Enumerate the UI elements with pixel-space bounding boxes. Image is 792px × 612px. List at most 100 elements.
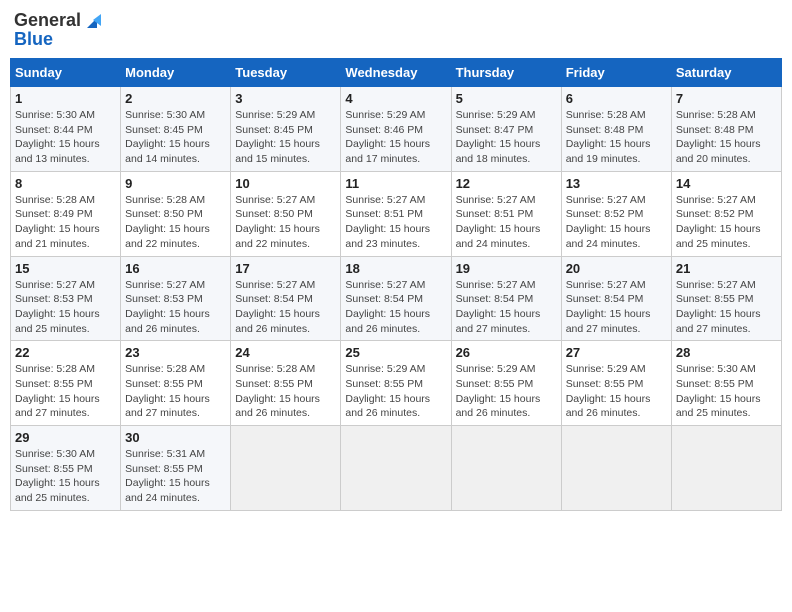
calendar-cell: 11 Sunrise: 5:27 AM Sunset: 8:51 PM Dayl… [341,171,451,256]
calendar-cell: 9 Sunrise: 5:28 AM Sunset: 8:50 PM Dayli… [121,171,231,256]
calendar-cell: 30 Sunrise: 5:31 AM Sunset: 8:55 PM Dayl… [121,426,231,511]
calendar-cell: 23 Sunrise: 5:28 AM Sunset: 8:55 PM Dayl… [121,341,231,426]
day-info: Sunrise: 5:28 AM Sunset: 8:48 PM Dayligh… [676,108,777,167]
calendar-cell: 16 Sunrise: 5:27 AM Sunset: 8:53 PM Dayl… [121,256,231,341]
calendar-cell: 22 Sunrise: 5:28 AM Sunset: 8:55 PM Dayl… [11,341,121,426]
day-info: Sunrise: 5:29 AM Sunset: 8:45 PM Dayligh… [235,108,336,167]
calendar-cell: 13 Sunrise: 5:27 AM Sunset: 8:52 PM Dayl… [561,171,671,256]
calendar-cell: 7 Sunrise: 5:28 AM Sunset: 8:48 PM Dayli… [671,87,781,172]
calendar-cell: 6 Sunrise: 5:28 AM Sunset: 8:48 PM Dayli… [561,87,671,172]
day-info: Sunrise: 5:29 AM Sunset: 8:46 PM Dayligh… [345,108,446,167]
calendar-cell [231,426,341,511]
header-wednesday: Wednesday [341,59,451,87]
day-number: 23 [125,345,226,360]
header-sunday: Sunday [11,59,121,87]
day-number: 11 [345,176,446,191]
day-info: Sunrise: 5:28 AM Sunset: 8:55 PM Dayligh… [15,362,116,421]
day-info: Sunrise: 5:27 AM Sunset: 8:51 PM Dayligh… [456,193,557,252]
calendar-cell: 27 Sunrise: 5:29 AM Sunset: 8:55 PM Dayl… [561,341,671,426]
day-info: Sunrise: 5:31 AM Sunset: 8:55 PM Dayligh… [125,447,226,506]
calendar-cell [341,426,451,511]
day-number: 12 [456,176,557,191]
calendar-week-row: 8 Sunrise: 5:28 AM Sunset: 8:49 PM Dayli… [11,171,782,256]
day-info: Sunrise: 5:27 AM Sunset: 8:54 PM Dayligh… [345,278,446,337]
page-header: General Blue [10,10,782,50]
day-info: Sunrise: 5:27 AM Sunset: 8:52 PM Dayligh… [676,193,777,252]
calendar-cell: 1 Sunrise: 5:30 AM Sunset: 8:44 PM Dayli… [11,87,121,172]
day-number: 27 [566,345,667,360]
day-info: Sunrise: 5:27 AM Sunset: 8:51 PM Dayligh… [345,193,446,252]
header-friday: Friday [561,59,671,87]
header-tuesday: Tuesday [231,59,341,87]
calendar-cell: 15 Sunrise: 5:27 AM Sunset: 8:53 PM Dayl… [11,256,121,341]
calendar-cell: 3 Sunrise: 5:29 AM Sunset: 8:45 PM Dayli… [231,87,341,172]
day-info: Sunrise: 5:30 AM Sunset: 8:55 PM Dayligh… [676,362,777,421]
calendar-week-row: 29 Sunrise: 5:30 AM Sunset: 8:55 PM Dayl… [11,426,782,511]
calendar-cell: 28 Sunrise: 5:30 AM Sunset: 8:55 PM Dayl… [671,341,781,426]
day-number: 10 [235,176,336,191]
day-number: 29 [15,430,116,445]
day-number: 13 [566,176,667,191]
day-info: Sunrise: 5:29 AM Sunset: 8:55 PM Dayligh… [566,362,667,421]
calendar-cell: 20 Sunrise: 5:27 AM Sunset: 8:54 PM Dayl… [561,256,671,341]
calendar-cell: 5 Sunrise: 5:29 AM Sunset: 8:47 PM Dayli… [451,87,561,172]
day-info: Sunrise: 5:28 AM Sunset: 8:48 PM Dayligh… [566,108,667,167]
header-saturday: Saturday [671,59,781,87]
calendar-cell [561,426,671,511]
calendar-cell: 24 Sunrise: 5:28 AM Sunset: 8:55 PM Dayl… [231,341,341,426]
calendar-cell: 12 Sunrise: 5:27 AM Sunset: 8:51 PM Dayl… [451,171,561,256]
day-info: Sunrise: 5:29 AM Sunset: 8:55 PM Dayligh… [345,362,446,421]
day-number: 8 [15,176,116,191]
calendar-cell: 26 Sunrise: 5:29 AM Sunset: 8:55 PM Dayl… [451,341,561,426]
day-number: 19 [456,261,557,276]
logo-icon [83,12,101,30]
day-number: 14 [676,176,777,191]
day-number: 3 [235,91,336,106]
day-info: Sunrise: 5:28 AM Sunset: 8:49 PM Dayligh… [15,193,116,252]
calendar-cell: 25 Sunrise: 5:29 AM Sunset: 8:55 PM Dayl… [341,341,451,426]
day-info: Sunrise: 5:27 AM Sunset: 8:50 PM Dayligh… [235,193,336,252]
calendar-table: Sunday Monday Tuesday Wednesday Thursday… [10,58,782,511]
day-number: 16 [125,261,226,276]
calendar-cell: 8 Sunrise: 5:28 AM Sunset: 8:49 PM Dayli… [11,171,121,256]
day-number: 9 [125,176,226,191]
header-thursday: Thursday [451,59,561,87]
day-number: 15 [15,261,116,276]
day-number: 30 [125,430,226,445]
calendar-cell: 21 Sunrise: 5:27 AM Sunset: 8:55 PM Dayl… [671,256,781,341]
logo-general: General [14,10,81,31]
day-number: 2 [125,91,226,106]
day-info: Sunrise: 5:27 AM Sunset: 8:55 PM Dayligh… [676,278,777,337]
calendar-cell: 29 Sunrise: 5:30 AM Sunset: 8:55 PM Dayl… [11,426,121,511]
day-number: 25 [345,345,446,360]
logo-blue: Blue [14,29,53,50]
logo: General Blue [14,10,101,50]
day-info: Sunrise: 5:30 AM Sunset: 8:55 PM Dayligh… [15,447,116,506]
day-number: 5 [456,91,557,106]
day-number: 17 [235,261,336,276]
day-info: Sunrise: 5:28 AM Sunset: 8:50 PM Dayligh… [125,193,226,252]
day-number: 24 [235,345,336,360]
day-info: Sunrise: 5:27 AM Sunset: 8:54 PM Dayligh… [235,278,336,337]
day-number: 28 [676,345,777,360]
calendar-cell: 18 Sunrise: 5:27 AM Sunset: 8:54 PM Dayl… [341,256,451,341]
day-number: 20 [566,261,667,276]
header-monday: Monday [121,59,231,87]
day-info: Sunrise: 5:27 AM Sunset: 8:54 PM Dayligh… [456,278,557,337]
calendar-cell: 14 Sunrise: 5:27 AM Sunset: 8:52 PM Dayl… [671,171,781,256]
calendar-week-row: 1 Sunrise: 5:30 AM Sunset: 8:44 PM Dayli… [11,87,782,172]
day-number: 21 [676,261,777,276]
calendar-cell: 10 Sunrise: 5:27 AM Sunset: 8:50 PM Dayl… [231,171,341,256]
day-info: Sunrise: 5:27 AM Sunset: 8:54 PM Dayligh… [566,278,667,337]
day-info: Sunrise: 5:30 AM Sunset: 8:44 PM Dayligh… [15,108,116,167]
day-number: 7 [676,91,777,106]
calendar-week-row: 22 Sunrise: 5:28 AM Sunset: 8:55 PM Dayl… [11,341,782,426]
day-number: 26 [456,345,557,360]
calendar-cell: 19 Sunrise: 5:27 AM Sunset: 8:54 PM Dayl… [451,256,561,341]
day-number: 22 [15,345,116,360]
day-number: 1 [15,91,116,106]
day-info: Sunrise: 5:29 AM Sunset: 8:47 PM Dayligh… [456,108,557,167]
day-number: 4 [345,91,446,106]
calendar-cell [451,426,561,511]
day-info: Sunrise: 5:29 AM Sunset: 8:55 PM Dayligh… [456,362,557,421]
